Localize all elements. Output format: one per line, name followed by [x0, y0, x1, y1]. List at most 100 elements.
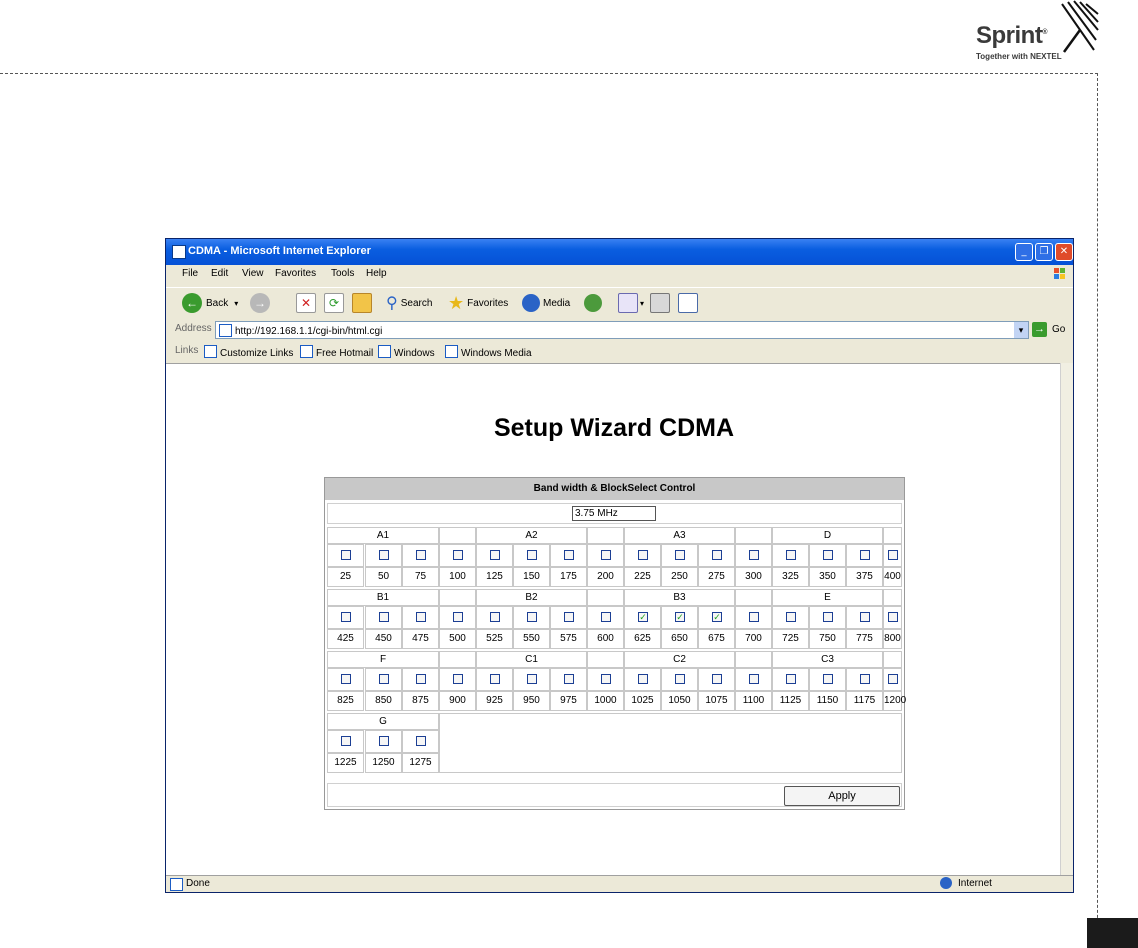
logo-wordmark: Sprint	[976, 22, 1043, 49]
channel-checkbox[interactable]	[564, 550, 574, 560]
apply-button[interactable]: Apply	[784, 786, 900, 806]
channel-checkbox[interactable]	[823, 612, 833, 622]
channel-checkbox[interactable]	[564, 674, 574, 684]
history-button[interactable]	[584, 292, 602, 314]
close-button[interactable]: ✕	[1055, 243, 1073, 261]
channel-number: 500	[439, 629, 476, 649]
channel-checkbox[interactable]	[712, 674, 722, 684]
channel-checkbox[interactable]	[601, 612, 611, 622]
channel-checkbox[interactable]	[601, 550, 611, 560]
channel-checkbox[interactable]	[379, 550, 389, 560]
channel-checkbox[interactable]	[888, 612, 898, 622]
forward-button[interactable]: →	[250, 292, 270, 314]
channel-checkbox[interactable]	[860, 550, 870, 560]
channel-checkbox[interactable]: ✓	[712, 612, 722, 622]
block-label: A1	[327, 527, 439, 544]
channel-checkbox[interactable]	[601, 674, 611, 684]
media-button[interactable]: Media	[522, 292, 570, 314]
minimize-button[interactable]: _	[1015, 243, 1033, 261]
channel-checkbox[interactable]	[712, 550, 722, 560]
channel-number: 75	[402, 567, 439, 587]
channel-checkbox[interactable]	[860, 612, 870, 622]
channel-checkbox[interactable]	[749, 674, 759, 684]
channel-checkbox[interactable]	[453, 674, 463, 684]
go-button[interactable]: Go	[1052, 324, 1065, 335]
channel-checkbox-cell	[698, 544, 735, 567]
address-field[interactable]: http://192.168.1.1/cgi-bin/html.cgi ▾	[215, 321, 1029, 339]
link-customize-links[interactable]: Customize Links	[204, 345, 293, 359]
channel-checkbox[interactable]	[490, 674, 500, 684]
link-free-hotmail[interactable]: Free Hotmail	[300, 345, 373, 359]
link-windows[interactable]: Windows	[378, 345, 435, 359]
menu-view[interactable]: View	[242, 268, 264, 279]
channel-checkbox[interactable]	[341, 674, 351, 684]
channel-checkbox[interactable]	[341, 612, 351, 622]
refresh-button[interactable]: ⟳	[324, 292, 344, 314]
menu-help[interactable]: Help	[366, 268, 387, 279]
channel-checkbox[interactable]	[379, 612, 389, 622]
channel-checkbox[interactable]	[379, 674, 389, 684]
edit-button[interactable]	[678, 292, 698, 314]
channel-checkbox[interactable]	[490, 550, 500, 560]
channel-checkbox[interactable]	[786, 674, 796, 684]
address-dropdown-icon[interactable]: ▾	[1014, 322, 1028, 338]
channel-checkbox[interactable]	[379, 736, 389, 746]
channel-checkbox[interactable]	[490, 612, 500, 622]
status-page-icon	[170, 878, 183, 891]
channel-checkbox[interactable]	[527, 674, 537, 684]
mail-button[interactable]: ▾	[618, 292, 644, 314]
bandwidth-input[interactable]: 3.75 MHz	[572, 506, 656, 521]
channel-checkbox[interactable]	[675, 550, 685, 560]
print-button[interactable]	[650, 292, 670, 314]
menu-file[interactable]: File	[182, 268, 198, 279]
channel-checkbox[interactable]	[786, 550, 796, 560]
channel-checkbox[interactable]	[823, 674, 833, 684]
channel-checkbox[interactable]	[527, 550, 537, 560]
channel-checkbox[interactable]	[638, 550, 648, 560]
search-button[interactable]: ⚲ Search	[386, 292, 432, 314]
channel-checkbox-cell	[883, 544, 902, 567]
home-button[interactable]	[352, 292, 372, 314]
page-title: Setup Wizard CDMA	[493, 414, 735, 442]
stop-button[interactable]: ✕	[296, 292, 316, 314]
channel-checkbox[interactable]	[416, 550, 426, 560]
channel-number: 275	[698, 567, 735, 587]
menu-tools[interactable]: Tools	[331, 268, 354, 279]
channel-checkbox[interactable]	[786, 612, 796, 622]
channel-checkbox[interactable]	[341, 736, 351, 746]
channel-number: 25	[327, 567, 364, 587]
channel-checkbox[interactable]	[749, 612, 759, 622]
channel-checkbox[interactable]	[888, 674, 898, 684]
history-icon	[584, 294, 602, 312]
channel-number: 325	[772, 567, 809, 587]
channel-checkbox[interactable]: ✓	[638, 612, 648, 622]
menu-edit[interactable]: Edit	[211, 268, 228, 279]
channel-checkbox[interactable]	[341, 550, 351, 560]
block-label: C1	[476, 651, 587, 668]
logo-tagline: Together with NEXTEL	[976, 52, 1062, 61]
channel-checkbox[interactable]	[888, 550, 898, 560]
stop-icon: ✕	[296, 293, 316, 313]
channel-checkbox[interactable]	[416, 736, 426, 746]
favorites-button[interactable]: ★ Favorites	[448, 292, 508, 314]
channel-checkbox-cell	[772, 668, 809, 691]
channel-checkbox[interactable]	[675, 674, 685, 684]
channel-checkbox[interactable]	[527, 612, 537, 622]
channel-checkbox[interactable]: ✓	[675, 612, 685, 622]
back-button[interactable]: ← Back ▾	[182, 292, 238, 314]
channel-checkbox[interactable]	[823, 550, 833, 560]
channel-checkbox[interactable]	[860, 674, 870, 684]
channel-checkbox[interactable]	[416, 612, 426, 622]
channel-checkbox[interactable]	[749, 550, 759, 560]
go-arrow-icon[interactable]: →	[1032, 322, 1047, 337]
menu-favorites[interactable]: Favorites	[275, 268, 316, 279]
channel-checkbox[interactable]	[564, 612, 574, 622]
channel-checkbox[interactable]	[453, 550, 463, 560]
link-windows-media[interactable]: Windows Media	[445, 345, 532, 359]
vertical-scrollbar[interactable]	[1060, 363, 1073, 877]
channel-checkbox[interactable]	[638, 674, 648, 684]
channel-checkbox[interactable]	[453, 612, 463, 622]
status-zone: Internet	[958, 878, 992, 889]
restore-button[interactable]: ❐	[1035, 243, 1053, 261]
channel-checkbox[interactable]	[416, 674, 426, 684]
